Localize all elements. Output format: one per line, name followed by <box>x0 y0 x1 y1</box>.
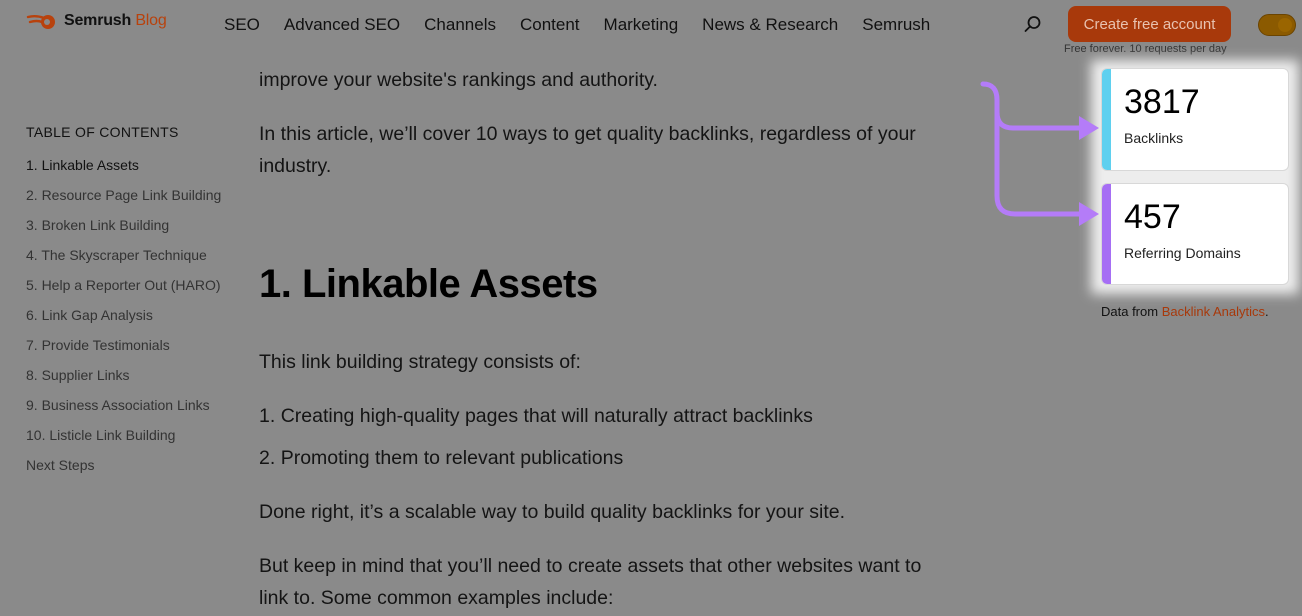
backlinks-count: 3817 <box>1124 83 1200 121</box>
backlinks-card: 3817 Backlinks <box>1101 68 1289 171</box>
nav-item-seo[interactable]: SEO <box>224 15 260 35</box>
toc-item-haro[interactable]: 5. Help a Reporter Out (HARO) <box>26 274 226 297</box>
arrow-head <box>1079 202 1099 226</box>
semrush-fire-icon <box>26 15 55 29</box>
article-paragraph: improve your website's rankings and auth… <box>259 69 658 91</box>
list-item: 1. Creating high-quality pages that will… <box>259 405 813 427</box>
ordered-list: 1. Creating high-quality pages that will… <box>259 400 813 484</box>
toc-item-skyscraper[interactable]: 4. The Skyscraper Technique <box>26 244 226 267</box>
search-icon[interactable] <box>1024 15 1042 33</box>
toc-item-resource-page[interactable]: 2. Resource Page Link Building <box>26 184 226 207</box>
referring-domains-label: Referring Domains <box>1124 245 1241 261</box>
toc-item-business-association[interactable]: 9. Business Association Links <box>26 394 226 417</box>
toc-item-linkable-assets[interactable]: 1. Linkable Assets <box>26 154 226 177</box>
nav-item-news-research[interactable]: News & Research <box>702 15 838 35</box>
toc-item-listicle[interactable]: 10. Listicle Link Building <box>26 424 226 447</box>
data-source-note: Data from Backlink Analytics. <box>1101 304 1269 319</box>
backlinks-label: Backlinks <box>1124 130 1184 146</box>
semrush-logo[interactable]: Semrush Blog <box>26 11 167 31</box>
section-heading: 1. Linkable Assets <box>259 262 598 306</box>
card-accent-bar <box>1102 69 1111 170</box>
nav-item-channels[interactable]: Channels <box>424 15 496 35</box>
backlink-analytics-link[interactable]: Backlink Analytics <box>1162 304 1265 319</box>
article-paragraph: But keep in mind that you’ll need to cre… <box>259 555 922 609</box>
article-paragraph: Done right, it’s a scalable way to build… <box>259 501 846 523</box>
list-item: 2. Promoting them to relevant publicatio… <box>259 447 624 469</box>
brand-name: Semrush Blog <box>64 12 167 29</box>
nav-item-marketing[interactable]: Marketing <box>604 15 679 35</box>
card-accent-bar <box>1102 184 1111 284</box>
create-free-account-button[interactable]: Create free account <box>1068 6 1231 42</box>
main-nav: SEO Advanced SEO Channels Content Market… <box>224 15 930 35</box>
article-paragraph: This link building strategy consists of: <box>259 351 581 373</box>
cta-note: Free forever. 10 requests per day <box>1064 43 1227 55</box>
nav-item-semrush[interactable]: Semrush <box>862 15 930 35</box>
theme-toggle[interactable] <box>1258 14 1296 36</box>
referring-domains-count: 457 <box>1124 198 1181 236</box>
callout-arrows <box>980 81 1099 226</box>
site-header: Semrush Blog SEO Advanced SEO Channels C… <box>0 0 1302 58</box>
table-of-contents: TABLE OF CONTENTS 1. Linkable Assets 2. … <box>26 124 226 484</box>
toc-item-link-gap[interactable]: 6. Link Gap Analysis <box>26 304 226 327</box>
nav-item-advanced-seo[interactable]: Advanced SEO <box>284 15 400 35</box>
referring-domains-card: 457 Referring Domains <box>1101 183 1289 285</box>
toc-item-testimonials[interactable]: 7. Provide Testimonials <box>26 334 226 357</box>
toc-heading: TABLE OF CONTENTS <box>26 124 179 140</box>
article-paragraph: In this article, we’ll cover 10 ways to … <box>259 123 916 177</box>
toc-item-broken-link[interactable]: 3. Broken Link Building <box>26 214 226 237</box>
toc-item-next-steps[interactable]: Next Steps <box>26 454 226 477</box>
toc-item-supplier-links[interactable]: 8. Supplier Links <box>26 364 226 387</box>
nav-item-content[interactable]: Content <box>520 15 580 35</box>
arrow-head <box>1079 116 1099 140</box>
